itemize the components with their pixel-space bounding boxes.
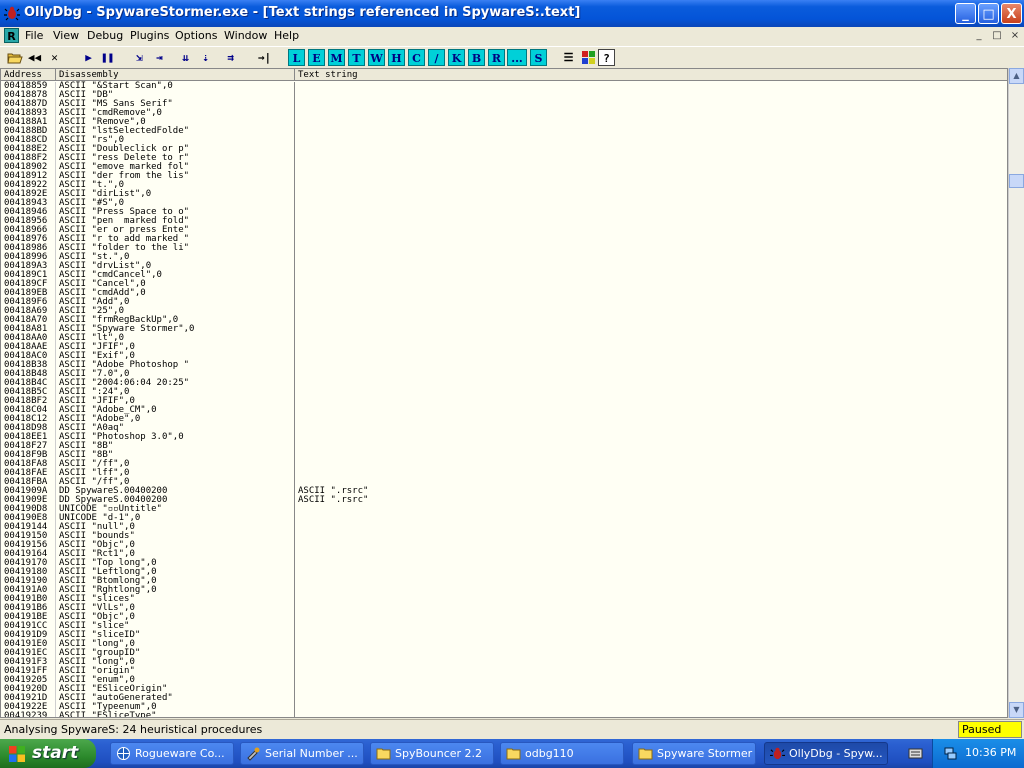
modules-window-button[interactable]: E	[308, 49, 325, 66]
row-address: 00419239	[4, 711, 48, 718]
window-title: OllyDbg - SpywareStormer.exe - [Text str…	[24, 5, 581, 20]
menu-debug[interactable]: Debug	[87, 29, 123, 42]
network-icon[interactable]	[943, 746, 958, 761]
clock[interactable]: 10:36 PM	[965, 746, 1016, 759]
handles-window-button[interactable]: H	[388, 49, 405, 66]
status-badge: Paused	[958, 721, 1022, 738]
mdi-restore-button[interactable]: □	[990, 29, 1004, 42]
windows-logo-icon	[9, 746, 25, 762]
task-label: Rogueware Co...	[135, 747, 225, 760]
strings-list[interactable]: Address Disassembly Text string 00418859…	[0, 68, 1008, 718]
menu-view[interactable]: View	[53, 29, 79, 42]
close-button[interactable]: X	[1001, 3, 1022, 24]
ollydbg-bug-icon	[4, 6, 20, 21]
row-text-string: ASCII ".rsrc"	[298, 495, 369, 505]
help-icon[interactable]: ?	[598, 49, 615, 66]
trace-over-icon[interactable]: ⇣	[197, 49, 214, 66]
call-stack-window-button[interactable]: K	[448, 49, 465, 66]
start-button[interactable]: start	[0, 739, 96, 768]
colors-icon[interactable]	[580, 49, 597, 66]
task-serial-number[interactable]: Serial Number ...	[240, 742, 364, 765]
column-header-text[interactable]: Text string	[295, 69, 1007, 81]
menu-window[interactable]: Window	[224, 29, 267, 42]
keyboard-icon[interactable]	[908, 746, 923, 760]
scroll-up-icon[interactable]: ▲	[1009, 68, 1024, 84]
folder-icon	[376, 748, 391, 760]
task-label: odbg110	[525, 747, 574, 760]
taskbar: start Rogueware Co... Serial Number ... …	[0, 739, 1024, 768]
source-window-button[interactable]: S	[530, 49, 547, 66]
step-over-icon[interactable]: ⇥	[151, 49, 168, 66]
close-program-icon[interactable]: ✕	[46, 49, 63, 66]
folder-icon	[506, 748, 521, 760]
app-icon	[117, 747, 130, 760]
minimize-button[interactable]: _	[955, 3, 976, 24]
maximize-button[interactable]: □	[978, 3, 999, 24]
column-divider	[294, 82, 295, 717]
menu-options[interactable]: Options	[175, 29, 217, 42]
log-window-button[interactable]: L	[288, 49, 305, 66]
list-icon[interactable]: ☰	[560, 49, 577, 66]
menu-plugins[interactable]: Plugins	[130, 29, 169, 42]
task-ollydbg[interactable]: OllyDbg - Spyw...	[764, 742, 888, 765]
title-bar[interactable]: OllyDbg - SpywareStormer.exe - [Text str…	[0, 0, 1024, 27]
memory-window-button[interactable]: M	[328, 49, 345, 66]
task-label: Spyware Stormer	[657, 747, 753, 760]
open-icon[interactable]	[6, 49, 23, 66]
menu-file[interactable]: File	[25, 29, 43, 42]
column-divider	[55, 82, 56, 717]
pause-icon[interactable]: ❚❚	[99, 49, 116, 66]
status-bar: Analysing SpywareS: 24 heuristical proce…	[0, 719, 1024, 740]
threads-window-button[interactable]: T	[348, 49, 365, 66]
task-odbg110[interactable]: odbg110	[500, 742, 624, 765]
toolbar: ◀◀ ✕ ▶ ❚❚ ⇲ ⇥ ⇊ ⇣ ⇉ →| L E M T W H C / K…	[0, 46, 1024, 69]
cpu-window-button[interactable]: C	[408, 49, 425, 66]
breakpoints-window-button[interactable]: B	[468, 49, 485, 66]
tool-icon	[247, 747, 260, 761]
windows-window-button[interactable]: W	[368, 49, 385, 66]
execute-till-return-icon[interactable]: ⇉	[222, 49, 239, 66]
column-header-disassembly[interactable]: Disassembly	[56, 69, 295, 81]
status-message: Analysing SpywareS: 24 heuristical proce…	[4, 723, 263, 736]
menu-bar: R File View Debug Plugins Options Window…	[0, 27, 1024, 45]
folder-icon	[638, 748, 653, 760]
scroll-down-icon[interactable]: ▼	[1009, 702, 1024, 718]
r-plugin-icon[interactable]: R	[4, 28, 19, 43]
row-disassembly: ASCII "ESliceType"	[59, 711, 157, 718]
mdi-close-button[interactable]: ×	[1008, 29, 1022, 42]
ollydbg-bug-icon	[770, 747, 785, 760]
task-spybouncer[interactable]: SpyBouncer 2.2	[370, 742, 494, 765]
run-trace-window-button[interactable]: ...	[507, 49, 527, 66]
task-rogueware[interactable]: Rogueware Co...	[110, 742, 234, 765]
step-into-icon[interactable]: ⇲	[131, 49, 148, 66]
task-label: SpyBouncer 2.2	[395, 747, 483, 760]
scroll-thumb[interactable]	[1009, 174, 1024, 188]
system-tray: 10:36 PM	[932, 739, 1024, 768]
start-label: start	[32, 743, 79, 763]
menu-help[interactable]: Help	[274, 29, 299, 42]
run-icon[interactable]: ▶	[80, 49, 97, 66]
restart-icon[interactable]: ◀◀	[26, 49, 43, 66]
mdi-minimize-button[interactable]: _	[972, 29, 986, 42]
task-spyware-stormer[interactable]: Spyware Stormer	[632, 742, 756, 765]
vertical-scrollbar[interactable]: ▲ ▼	[1008, 68, 1024, 718]
goto-icon[interactable]: →|	[256, 49, 273, 66]
column-header-address[interactable]: Address	[1, 69, 56, 81]
trace-into-icon[interactable]: ⇊	[177, 49, 194, 66]
task-label: Serial Number ...	[265, 747, 358, 760]
references-window-button[interactable]: R	[488, 49, 505, 66]
patches-window-button[interactable]: /	[428, 49, 445, 66]
task-label: OllyDbg - Spyw...	[789, 747, 883, 760]
